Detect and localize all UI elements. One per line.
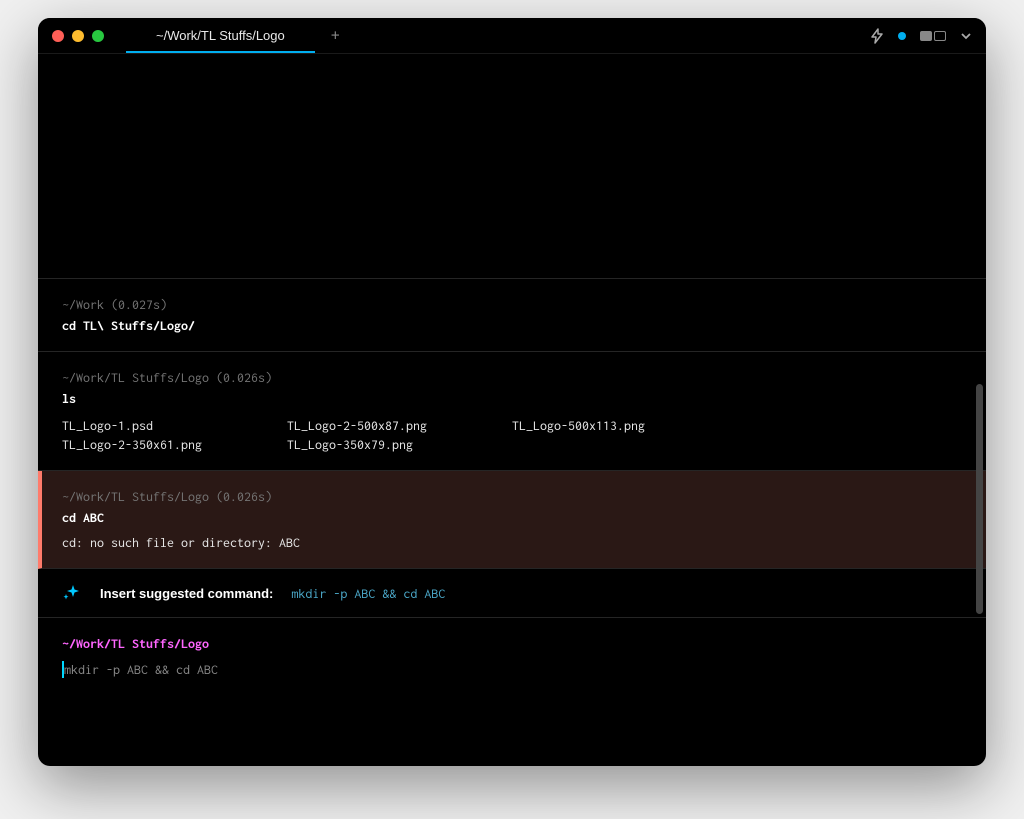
file-name: TL_Logo-500x113.png — [512, 418, 737, 433]
current-directory: ~/Work/TL Stuffs/Logo — [62, 636, 962, 651]
maximize-button[interactable] — [92, 30, 104, 42]
terminal-body: ~/Work (0.027s) cd TL\ Stuffs/Logo/ ~/Wo… — [38, 54, 986, 766]
file-name: TL_Logo-2-500x87.png — [287, 418, 512, 433]
sparkle-icon — [62, 583, 82, 603]
traffic-lights — [52, 30, 104, 42]
panel-right-icon — [934, 31, 946, 41]
file-name: TL_Logo-2-350x61.png — [62, 437, 287, 452]
ai-suggestion[interactable]: Insert suggested command: mkdir -p ABC &… — [38, 569, 986, 618]
scrollbar[interactable] — [976, 384, 983, 614]
bolt-icon[interactable] — [870, 28, 884, 44]
minimize-button[interactable] — [72, 30, 84, 42]
titlebar-controls — [870, 28, 972, 44]
empty-output-area — [38, 54, 986, 279]
plus-icon: + — [331, 27, 340, 45]
command-input[interactable]: mkdir -p ABC && cd ABC — [62, 661, 962, 678]
command-text: cd ABC — [62, 510, 962, 525]
command-text: ls — [62, 391, 962, 406]
command-block[interactable]: ~/Work (0.027s) cd TL\ Stuffs/Logo/ — [38, 279, 986, 352]
file-name: TL_Logo-350x79.png — [287, 437, 512, 452]
tab-active[interactable]: ~/Work/TL Stuffs/Logo — [126, 18, 315, 53]
close-button[interactable] — [52, 30, 64, 42]
suggestion-command: mkdir -p ABC && cd ABC — [291, 586, 445, 601]
terminal-window: ~/Work/TL Stuffs/Logo + — [38, 18, 986, 766]
prompt-path: ~/Work (0.027s) — [62, 297, 962, 312]
chevron-down-icon[interactable] — [960, 30, 972, 42]
input-ghost-text: mkdir -p ABC && cd ABC — [64, 662, 218, 677]
error-block[interactable]: ~/Work/TL Stuffs/Logo (0.026s) cd ABC cd… — [38, 471, 986, 569]
titlebar: ~/Work/TL Stuffs/Logo + — [38, 18, 986, 54]
suggestion-label: Insert suggested command: — [100, 586, 273, 601]
panel-left-icon — [920, 31, 932, 41]
new-tab-button[interactable]: + — [315, 18, 356, 53]
prompt-path: ~/Work/TL Stuffs/Logo (0.026s) — [62, 370, 962, 385]
status-indicator — [898, 32, 906, 40]
prompt-path: ~/Work/TL Stuffs/Logo (0.026s) — [62, 489, 962, 504]
command-text: cd TL\ Stuffs/Logo/ — [62, 318, 962, 333]
command-block[interactable]: ~/Work/TL Stuffs/Logo (0.026s) ls TL_Log… — [38, 352, 986, 471]
ls-output: TL_Logo-1.psd TL_Logo-2-500x87.png TL_Lo… — [62, 418, 962, 452]
error-message: cd: no such file or directory: ABC — [62, 535, 962, 550]
input-block[interactable]: ~/Work/TL Stuffs/Logo mkdir -p ABC && cd… — [38, 618, 986, 696]
file-name: TL_Logo-1.psd — [62, 418, 287, 433]
tab-title: ~/Work/TL Stuffs/Logo — [156, 28, 285, 43]
tab-bar: ~/Work/TL Stuffs/Logo + — [126, 18, 356, 53]
panel-toggle[interactable] — [920, 31, 946, 41]
